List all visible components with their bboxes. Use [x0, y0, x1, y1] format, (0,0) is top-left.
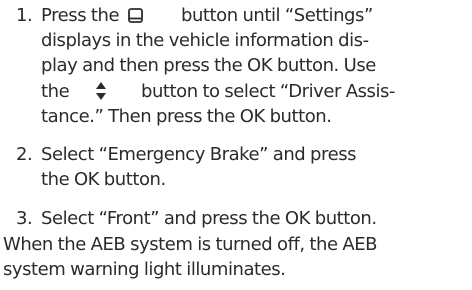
step-2-line-1: Select “Emergency Brake” and press [41, 144, 357, 165]
step-1-line-4-start: the [41, 81, 70, 102]
step-1-line-3: play and then press the OK button. Use [41, 55, 376, 76]
instructions-document: 1. Press the button until “Settings” dis… [0, 0, 472, 290]
up-down-arrow-icon [96, 82, 106, 100]
step-1-number: 1. [16, 5, 33, 26]
step-3-line-1: Select “Front” and press the OK button. [41, 208, 377, 229]
step-3-number: 3. [16, 208, 33, 229]
step-1-text-start: Press the [41, 5, 120, 26]
display-button-icon [128, 8, 143, 23]
step-2-line-2: the OK button. [41, 169, 166, 190]
note-line-1: When the AEB system is turned off, the A… [3, 234, 378, 255]
step-1-line-5: tance.” Then press the OK button. [41, 106, 332, 127]
step-1-text-end: button until “Settings” [181, 5, 373, 26]
step-1-line-2: displays in the vehicle information dis- [41, 30, 369, 51]
step-2-number: 2. [16, 144, 33, 165]
note-line-2: system warning light illuminates. [3, 259, 286, 280]
step-1-line-4-end: button to select “Driver Assis- [141, 81, 395, 102]
